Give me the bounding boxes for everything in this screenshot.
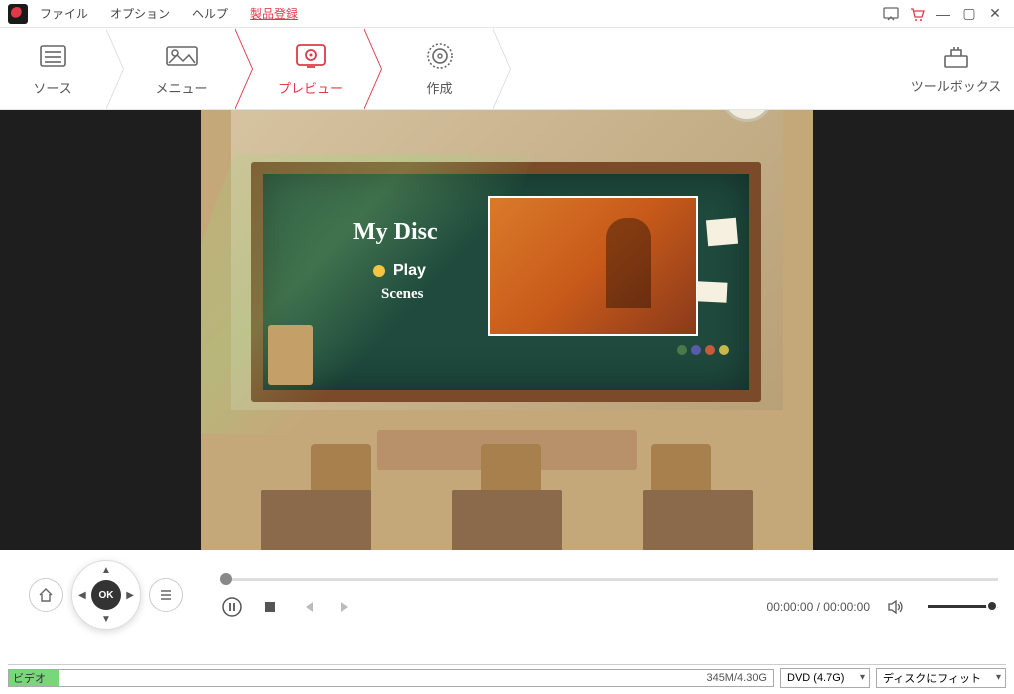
tab-source[interactable]: ソース bbox=[0, 28, 105, 110]
selection-dot-icon bbox=[373, 265, 385, 277]
chalkboard: My Disc Play Scenes bbox=[251, 162, 761, 402]
feedback-icon[interactable] bbox=[880, 3, 902, 25]
menu-play-button[interactable]: Play bbox=[373, 262, 426, 280]
preview-area: My Disc Play Scenes bbox=[0, 110, 1014, 550]
scroll-decoration bbox=[268, 325, 313, 385]
seek-bar[interactable] bbox=[220, 578, 998, 581]
player-controls: ▲ ▼ ◀ ▶ OK 00:00:00 bbox=[0, 550, 1014, 640]
tab-menu[interactable]: メニュー bbox=[129, 28, 234, 110]
prev-button[interactable] bbox=[296, 595, 320, 619]
tab-preview[interactable]: プレビュー bbox=[258, 28, 363, 110]
tab-label: メニュー bbox=[155, 78, 207, 97]
video-thumbnail bbox=[488, 196, 698, 336]
maximize-icon[interactable]: ▢ bbox=[958, 3, 980, 25]
disc-type-select[interactable]: DVD (4.7G) bbox=[780, 668, 870, 688]
close-icon[interactable]: ✕ bbox=[984, 3, 1006, 25]
nav-up[interactable]: ▲ bbox=[101, 565, 111, 576]
disc-capacity-bar: ビデオ 345M/4.30G bbox=[8, 669, 774, 687]
tab-create[interactable]: 作成 bbox=[387, 28, 492, 110]
desks-decoration bbox=[201, 490, 813, 550]
status-bar: ビデオ 345M/4.30G DVD (4.7G) ディスクにフィット bbox=[8, 664, 1006, 690]
nav-left[interactable]: ◀ bbox=[78, 590, 86, 601]
fit-mode-select[interactable]: ディスクにフィット bbox=[876, 668, 1006, 688]
chair-decoration bbox=[311, 444, 371, 492]
time-display: 00:00:00 / 00:00:00 bbox=[767, 600, 870, 614]
toolbox-button[interactable]: ツールボックス bbox=[906, 28, 1006, 110]
volume-icon[interactable] bbox=[884, 595, 908, 619]
volume-slider[interactable] bbox=[928, 605, 998, 608]
menu-register[interactable]: 製品登録 bbox=[250, 5, 298, 22]
toolbox-label: ツールボックス bbox=[911, 76, 1002, 95]
tabbar: ソース メニュー プレビュー 作成 ツールボックス bbox=[0, 28, 1014, 110]
next-button[interactable] bbox=[334, 595, 358, 619]
sticky-note-decoration bbox=[706, 218, 738, 247]
tab-label: ソース bbox=[33, 78, 71, 97]
nav-right[interactable]: ▶ bbox=[126, 590, 134, 601]
menu-list-button[interactable] bbox=[149, 578, 183, 612]
seek-thumb[interactable] bbox=[220, 573, 232, 585]
menu-help[interactable]: ヘルプ bbox=[192, 5, 228, 22]
chair-decoration bbox=[481, 444, 541, 492]
disc-title: My Disc bbox=[353, 219, 438, 246]
chair-decoration bbox=[651, 444, 711, 492]
magnets-decoration bbox=[677, 345, 729, 355]
capacity-text: 345M/4.30G bbox=[706, 672, 767, 684]
app-logo bbox=[8, 4, 28, 24]
sticky-note-decoration bbox=[696, 281, 727, 303]
nav-ok-button[interactable]: OK bbox=[91, 580, 121, 610]
stop-button[interactable] bbox=[258, 595, 282, 619]
tab-label: プレビュー bbox=[278, 78, 343, 97]
tab-label: 作成 bbox=[426, 78, 452, 97]
menu-option[interactable]: オプション bbox=[110, 5, 170, 22]
menu-scenes-button[interactable]: Scenes bbox=[381, 286, 424, 303]
nav-down[interactable]: ▼ bbox=[101, 614, 111, 625]
dvd-menu-preview[interactable]: My Disc Play Scenes bbox=[201, 110, 813, 550]
volume-thumb[interactable] bbox=[986, 600, 998, 612]
video-label: ビデオ bbox=[9, 670, 46, 686]
dvd-nav-pad: ▲ ▼ ◀ ▶ OK bbox=[71, 560, 141, 630]
cart-icon[interactable] bbox=[906, 3, 928, 25]
minimize-icon[interactable]: — bbox=[932, 3, 954, 25]
menu-file[interactable]: ファイル bbox=[40, 5, 88, 22]
pause-button[interactable] bbox=[220, 595, 244, 619]
titlebar: ファイル オプション ヘルプ 製品登録 — ▢ ✕ bbox=[0, 0, 1014, 28]
home-button[interactable] bbox=[29, 578, 63, 612]
dvd-nav-cluster: ▲ ▼ ◀ ▶ OK bbox=[16, 560, 196, 630]
